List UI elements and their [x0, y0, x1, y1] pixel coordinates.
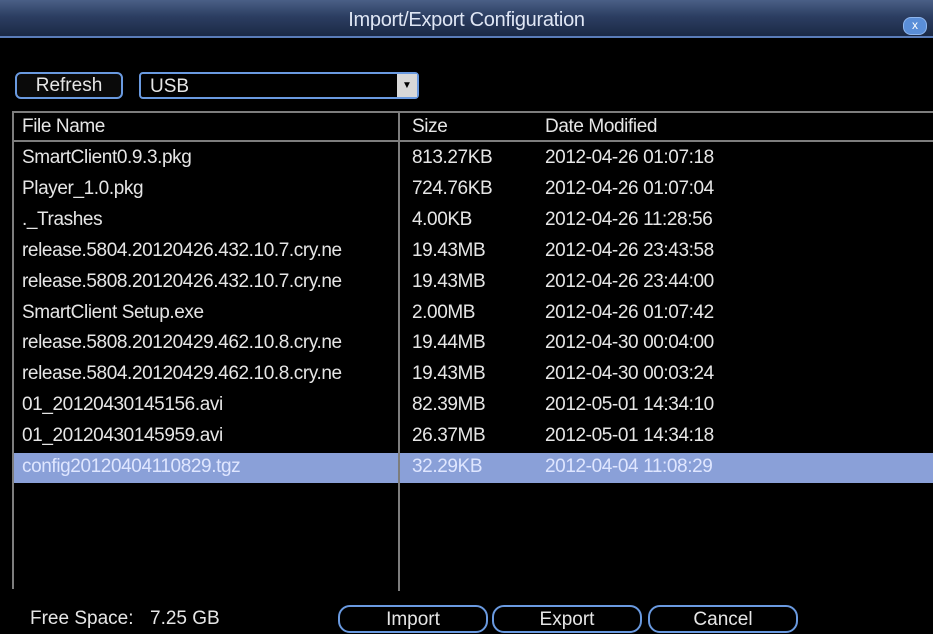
free-space-label: Free Space:	[30, 608, 134, 629]
toolbar: Refresh USB ▼	[0, 60, 933, 100]
title-bar: Import/Export Configuration x	[0, 0, 933, 38]
column-header-size[interactable]: Size	[412, 116, 542, 138]
file-name-cell: 01_20120430145959.avi	[22, 425, 223, 447]
file-size-cell: 813.27KB	[412, 147, 493, 168]
table-row[interactable]: release.5804.20120429.462.10.8.cry.ne 19.…	[14, 360, 933, 390]
table-row[interactable]: config20120404110829.tgz 32.29KB 2012-04-0…	[14, 453, 933, 483]
file-size-cell: 19.43MB	[412, 363, 486, 385]
file-size-cell: 2.00MB	[412, 301, 476, 323]
file-name-cell: 01_20120430145156.avi	[22, 394, 223, 416]
free-space-value: 7.25 GB	[150, 608, 220, 629]
table-row[interactable]: SmartClient0.9.3.pkg 813.27KB 2012-04-26 0…	[14, 144, 933, 174]
date-modified-cell: 2012-04-26 23:43:58	[545, 239, 714, 261]
table-row[interactable]: Player_1.0.pkg 724.76KB 2012-04-26 01:07:0…	[14, 175, 933, 205]
column-header-file-name[interactable]: File Name	[22, 116, 404, 138]
date-modified-cell: 2012-04-26 01:07:04	[545, 177, 714, 199]
import-button[interactable]: Import	[338, 605, 488, 633]
device-dropdown[interactable]: USB ▼	[139, 72, 419, 99]
file-name-cell: release.5808.20120429.462.10.8.cry.ne	[22, 332, 342, 354]
file-name-cell: SmartClient0.9.3.pkg	[22, 147, 192, 168]
footer: Free Space: 7.25 GB Import Export Cancel	[0, 598, 933, 634]
refresh-button[interactable]: Refresh	[15, 72, 123, 99]
file-size-cell: 4.00KB	[412, 208, 472, 230]
table-row[interactable]: SmartClient Setup.exe 2.00MB 2012-04-26 01…	[14, 299, 933, 329]
date-modified-cell: 2012-04-26 23:44:00	[545, 270, 714, 292]
window-title: Import/Export Configuration	[348, 9, 585, 31]
file-size-cell: 26.37MB	[412, 425, 486, 447]
chevron-down-icon[interactable]: ▼	[397, 74, 417, 97]
file-name-cell: Player_1.0.pkg	[22, 177, 144, 199]
column-header-date-modified[interactable]: Date Modified	[545, 116, 805, 138]
file-name-cell: release.5804.20120426.432.10.7.cry.ne	[22, 239, 342, 261]
file-size-cell: 32.29KB	[412, 456, 483, 477]
file-name-cell: ._Trashes	[22, 208, 103, 230]
close-icon[interactable]: x	[903, 17, 927, 35]
file-size-cell: 724.76KB	[412, 177, 493, 199]
table-row[interactable]: ._Trashes 4.00KB 2012-04-26 11:28:56	[14, 206, 933, 236]
file-size-cell: 82.39MB	[412, 394, 486, 416]
file-list[interactable]: File Name Size Date Modified SmartClient…	[12, 111, 933, 591]
file-size-cell: 19.43MB	[412, 239, 486, 261]
file-name-cell: release.5804.20120429.462.10.8.cry.ne	[22, 363, 342, 385]
file-name-cell: release.5808.20120426.432.10.7.cry.ne	[22, 270, 342, 292]
table-row[interactable]: release.5804.20120426.432.10.7.cry.ne 19.…	[14, 237, 933, 267]
device-dropdown-value: USB	[150, 76, 190, 97]
table-row[interactable]: 01_20120430145156.avi 82.39MB 2012-05-01 1…	[14, 391, 933, 421]
file-name-cell: SmartClient Setup.exe	[22, 301, 204, 323]
table-row[interactable]: release.5808.20120429.462.10.8.cry.ne 19.…	[14, 329, 933, 359]
file-list-header: File Name Size Date Modified	[14, 113, 933, 142]
export-button[interactable]: Export	[492, 605, 642, 633]
file-name-cell: config20120404110829.tgz	[22, 456, 241, 477]
date-modified-cell: 2012-05-01 14:34:18	[545, 425, 714, 447]
date-modified-cell: 2012-04-30 00:04:00	[545, 332, 714, 354]
date-modified-cell: 2012-04-26 01:07:18	[545, 147, 714, 168]
date-modified-cell: 2012-05-01 14:34:10	[545, 394, 714, 416]
date-modified-cell: 2012-04-04 11:08:29	[545, 456, 713, 477]
table-row[interactable]: release.5808.20120426.432.10.7.cry.ne 19.…	[14, 268, 933, 298]
date-modified-cell: 2012-04-26 11:28:56	[545, 208, 713, 230]
column-divider	[398, 113, 400, 591]
date-modified-cell: 2012-04-30 00:03:24	[545, 363, 714, 385]
cancel-button[interactable]: Cancel	[648, 605, 798, 633]
date-modified-cell: 2012-04-26 01:07:42	[545, 301, 714, 323]
table-row[interactable]: 01_20120430145959.avi 26.37MB 2012-05-01 1…	[14, 422, 933, 452]
file-size-cell: 19.43MB	[412, 270, 486, 292]
file-size-cell: 19.44MB	[412, 332, 486, 354]
